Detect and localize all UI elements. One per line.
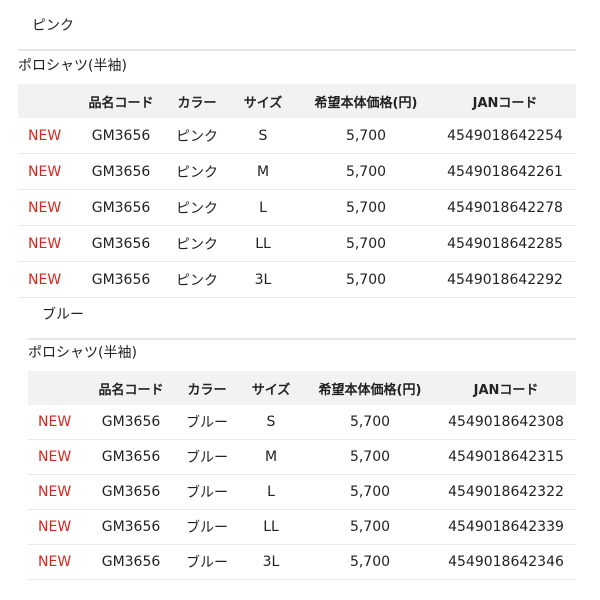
column-header-color: カラー bbox=[176, 371, 238, 405]
color-cell: ピンク bbox=[166, 261, 228, 298]
product-code: GM3656 bbox=[86, 544, 176, 580]
size-cell: 3L bbox=[238, 544, 304, 580]
column-header-price: 希望本体価格(円) bbox=[304, 371, 436, 405]
new-badge: NEW bbox=[28, 509, 86, 545]
color-cell: ブルー bbox=[176, 544, 238, 580]
color-cell: ブルー bbox=[176, 509, 238, 545]
column-header-code: 品名コード bbox=[86, 371, 176, 405]
table-row: NEW GM3656 ピンク LL 5,700 4549018642285 bbox=[18, 225, 576, 262]
price-cell: 5,700 bbox=[298, 225, 434, 262]
section-divider bbox=[28, 338, 576, 340]
product-title: ポロシャツ(半袖) bbox=[28, 345, 137, 361]
new-badge: NEW bbox=[18, 261, 76, 298]
new-badge: NEW bbox=[28, 439, 86, 475]
price-cell: 5,700 bbox=[298, 189, 434, 226]
new-badge: NEW bbox=[28, 474, 86, 510]
size-cell: S bbox=[238, 405, 304, 440]
product-code: GM3656 bbox=[86, 509, 176, 545]
table-row: NEW GM3656 ブルー LL 5,700 4549018642339 bbox=[28, 509, 576, 545]
table-row: NEW GM3656 ブルー 3L 5,700 4549018642346 bbox=[28, 544, 576, 580]
new-badge: NEW bbox=[28, 405, 86, 440]
table-row: NEW GM3656 ブルー S 5,700 4549018642308 bbox=[28, 405, 576, 440]
table-row: NEW GM3656 ブルー M 5,700 4549018642315 bbox=[28, 439, 576, 475]
table-row: NEW GM3656 ピンク 3L 5,700 4549018642292 bbox=[18, 261, 576, 298]
new-badge: NEW bbox=[18, 118, 76, 154]
column-header-price: 希望本体価格(円) bbox=[298, 84, 434, 118]
price-cell: 5,700 bbox=[304, 509, 436, 545]
spec-table: 品名コード カラー サイズ 希望本体価格(円) JANコード NEW GM365… bbox=[28, 371, 576, 580]
product-code: GM3656 bbox=[86, 405, 176, 440]
price-cell: 5,700 bbox=[298, 261, 434, 298]
new-badge: NEW bbox=[28, 544, 86, 580]
jan-code: 4549018642254 bbox=[434, 118, 576, 154]
product-code: GM3656 bbox=[86, 474, 176, 510]
table-row: NEW GM3656 ピンク M 5,700 4549018642261 bbox=[18, 153, 576, 190]
jan-code: 4549018642315 bbox=[436, 439, 576, 475]
column-header-color: カラー bbox=[166, 84, 228, 118]
price-cell: 5,700 bbox=[298, 118, 434, 154]
section-divider bbox=[18, 49, 576, 51]
column-header-size: サイズ bbox=[228, 84, 298, 118]
size-cell: M bbox=[238, 439, 304, 475]
spec-table: 品名コード カラー サイズ 希望本体価格(円) JANコード NEW GM365… bbox=[18, 84, 576, 298]
product-code: GM3656 bbox=[76, 261, 166, 298]
column-header-code: 品名コード bbox=[76, 84, 166, 118]
size-cell: 3L bbox=[228, 261, 298, 298]
table-header-row: 品名コード カラー サイズ 希望本体価格(円) JANコード bbox=[18, 84, 576, 118]
price-cell: 5,700 bbox=[304, 474, 436, 510]
jan-code: 4549018642292 bbox=[434, 261, 576, 298]
product-code: GM3656 bbox=[76, 225, 166, 262]
color-cell: ピンク bbox=[166, 225, 228, 262]
color-cell: ブルー bbox=[176, 405, 238, 440]
column-header-badge bbox=[18, 84, 76, 118]
price-cell: 5,700 bbox=[298, 153, 434, 190]
table-row: NEW GM3656 ピンク S 5,700 4549018642254 bbox=[18, 118, 576, 154]
jan-code: 4549018642339 bbox=[436, 509, 576, 545]
color-cell: ブルー bbox=[176, 439, 238, 475]
jan-code: 4549018642278 bbox=[434, 189, 576, 226]
new-badge: NEW bbox=[18, 189, 76, 226]
jan-code: 4549018642285 bbox=[434, 225, 576, 262]
color-cell: ピンク bbox=[166, 118, 228, 154]
jan-code: 4549018642322 bbox=[436, 474, 576, 510]
color-label: ブルー bbox=[42, 307, 84, 323]
color-cell: ピンク bbox=[166, 189, 228, 226]
size-cell: LL bbox=[228, 225, 298, 262]
new-badge: NEW bbox=[18, 225, 76, 262]
jan-code: 4549018642346 bbox=[436, 544, 576, 580]
table-row: NEW GM3656 ブルー L 5,700 4549018642322 bbox=[28, 474, 576, 510]
product-code: GM3656 bbox=[86, 439, 176, 475]
table-header-row: 品名コード カラー サイズ 希望本体価格(円) JANコード bbox=[28, 371, 576, 405]
size-cell: L bbox=[228, 189, 298, 226]
column-header-badge bbox=[28, 371, 86, 405]
jan-code: 4549018642261 bbox=[434, 153, 576, 190]
size-cell: S bbox=[228, 118, 298, 154]
column-header-jan: JANコード bbox=[436, 371, 576, 405]
new-badge: NEW bbox=[18, 153, 76, 190]
table-row: NEW GM3656 ピンク L 5,700 4549018642278 bbox=[18, 189, 576, 226]
product-title: ポロシャツ(半袖) bbox=[18, 58, 127, 74]
product-code: GM3656 bbox=[76, 118, 166, 154]
color-cell: ピンク bbox=[166, 153, 228, 190]
color-cell: ブルー bbox=[176, 474, 238, 510]
price-cell: 5,700 bbox=[304, 544, 436, 580]
size-cell: M bbox=[228, 153, 298, 190]
jan-code: 4549018642308 bbox=[436, 405, 576, 440]
product-code: GM3656 bbox=[76, 153, 166, 190]
price-cell: 5,700 bbox=[304, 439, 436, 475]
size-cell: LL bbox=[238, 509, 304, 545]
column-header-size: サイズ bbox=[238, 371, 304, 405]
product-code: GM3656 bbox=[76, 189, 166, 226]
column-header-jan: JANコード bbox=[434, 84, 576, 118]
price-cell: 5,700 bbox=[304, 405, 436, 440]
size-cell: L bbox=[238, 474, 304, 510]
color-label: ピンク bbox=[32, 18, 74, 34]
